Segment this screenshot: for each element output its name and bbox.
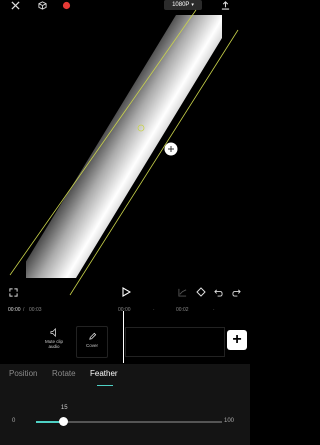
mask-boundary-line[interactable]	[9, 9, 197, 276]
active-tab-indicator	[97, 385, 113, 386]
timeline-ruler: 00:00 / 00:03 00:00 · 00:02 ·	[0, 305, 250, 315]
slider-max-label: 100	[224, 418, 235, 424]
timeline-tick: 00:00	[118, 307, 131, 313]
tab-feather[interactable]: Feather	[90, 369, 118, 378]
speaker-icon	[49, 328, 56, 337]
slider-min-label: 0	[12, 418, 16, 424]
time-separator: /	[23, 307, 25, 313]
timeline-tick-dot: ·	[213, 307, 215, 313]
pencil-icon	[88, 332, 96, 340]
timeline-tick: 00:02	[176, 307, 189, 313]
mask-overlay	[9, 9, 239, 296]
playback-controls	[0, 285, 250, 299]
redo-icon[interactable]	[230, 286, 242, 298]
keyframe-icon[interactable]	[195, 286, 207, 298]
graph-icon[interactable]	[176, 286, 188, 298]
total-time: 00:03	[29, 307, 42, 313]
playhead[interactable]	[123, 311, 124, 363]
mute-clip-audio-button[interactable]: Mute clip audio	[40, 328, 68, 349]
fullscreen-icon[interactable]	[7, 286, 19, 298]
plus-icon: +	[232, 331, 242, 348]
mask-center-handle[interactable]	[137, 124, 145, 132]
play-icon[interactable]	[119, 285, 133, 299]
add-clip-button[interactable]: +	[227, 330, 247, 350]
cover-label: Cover	[85, 343, 98, 348]
timeline-tick-dot: ·	[153, 307, 155, 313]
cover-button[interactable]: Cover	[76, 326, 108, 358]
undo-icon[interactable]	[212, 286, 224, 298]
tab-rotate[interactable]: Rotate	[52, 369, 76, 378]
mask-tabs: Position Rotate Feather	[0, 366, 250, 380]
feather-value: 15	[60, 405, 68, 411]
video-clip[interactable]	[125, 327, 225, 357]
tab-position[interactable]: Position	[9, 369, 37, 378]
mute-clip-audio-label: Mute clip audio	[44, 339, 63, 349]
current-time: 00:00	[8, 307, 21, 313]
